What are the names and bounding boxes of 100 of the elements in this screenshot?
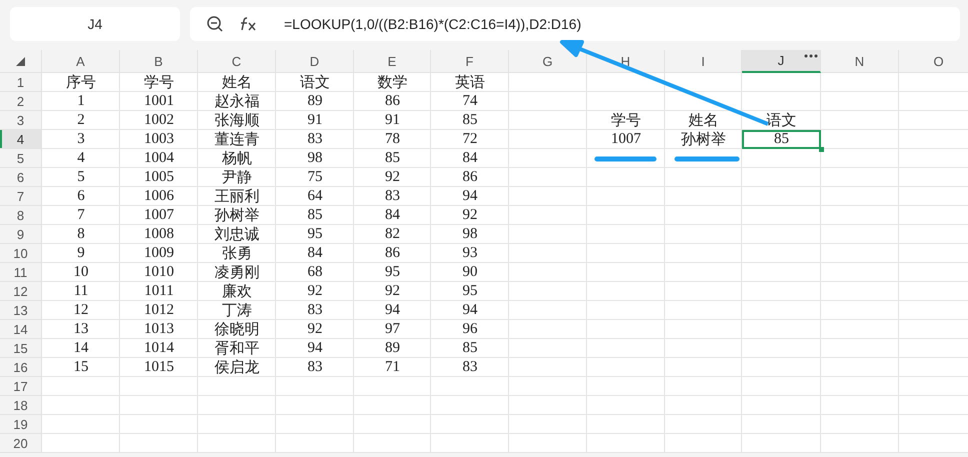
row-header[interactable]: 1 (0, 73, 42, 92)
table-cell-text: 82 (384, 225, 401, 244)
table-cell-text: 95 (306, 225, 324, 244)
table-cell-text: 孙树举 (214, 206, 260, 225)
table-cell-text: 83 (306, 358, 324, 377)
column-header[interactable]: B (120, 50, 198, 73)
table-cell-text: 董连青 (214, 130, 260, 149)
row-header[interactable]: 13 (0, 301, 42, 320)
row-header[interactable]: 20 (0, 434, 42, 453)
table-cell-text: 90 (462, 263, 478, 282)
table-cell-text: 10 (72, 263, 90, 282)
column-header[interactable]: O (899, 50, 968, 73)
row-header[interactable]: 3 (0, 111, 42, 130)
table-cell-text: 9 (76, 244, 86, 263)
column-header[interactable]: N (821, 50, 899, 73)
table-cell-text: 11 (72, 282, 90, 301)
column-header[interactable]: J (742, 50, 821, 73)
table-cell-text: 14 (72, 339, 90, 358)
row-header[interactable]: 2 (0, 92, 42, 111)
row-header[interactable]: 11 (0, 263, 42, 282)
table-cell-text: 语文 (766, 112, 798, 130)
column-header[interactable]: F (431, 50, 509, 73)
table-cell-text: 1004 (143, 149, 175, 168)
table-cell-text: 84 (462, 149, 478, 168)
table-cell-text: 7 (76, 206, 86, 225)
column-header[interactable]: I (665, 50, 742, 73)
table-cell-text: 97 (384, 320, 401, 339)
row-header[interactable]: 15 (0, 339, 42, 358)
table-cell: 85 (742, 130, 821, 149)
table-cell-text: 95 (384, 263, 401, 282)
column-header[interactable]: E (354, 50, 431, 73)
table-cell-text: 13 (72, 320, 90, 339)
table-cell-text: 1007 (610, 130, 642, 149)
row-header[interactable]: 5 (0, 149, 42, 168)
table-cell-text: 91 (306, 111, 324, 130)
fill-handle[interactable] (819, 147, 824, 152)
table-cell-text: 2 (76, 111, 86, 130)
column-header[interactable]: C (198, 50, 276, 73)
row-header[interactable]: 7 (0, 187, 42, 206)
table-cell-text: 1007 (143, 206, 175, 225)
table-cell-text: 1009 (143, 244, 175, 263)
table-cell-text: 93 (462, 244, 478, 263)
row-header[interactable]: 10 (0, 244, 42, 263)
table-cell-text: 85 (462, 339, 478, 358)
table-cell-text: 学号 (143, 74, 175, 92)
table-cell-text: 1001 (143, 92, 175, 111)
table-cell-text: 64 (306, 187, 324, 206)
table-cell-text: 84 (306, 244, 324, 263)
select-all-icon[interactable] (16, 56, 25, 66)
column-header[interactable]: D (276, 50, 354, 73)
formula-text: =LOOKUP(1,0/((B2:B16)*(C2:C16=I4)),D2:D16) (284, 16, 582, 32)
table-cell-text: 92 (384, 282, 401, 301)
name-box[interactable]: J4 (10, 7, 180, 41)
table-cell-text: 86 (462, 168, 478, 187)
table-cell-text: 1003 (143, 130, 175, 149)
row-header[interactable]: 9 (0, 225, 42, 244)
row-header[interactable]: 4 (0, 130, 42, 149)
table-cell-text: 72 (462, 130, 478, 149)
row-header[interactable]: 14 (0, 320, 42, 339)
table-cell-text: 1006 (143, 187, 175, 206)
table-cell-text: 张勇 (221, 244, 253, 263)
table-cell-text: 83 (306, 301, 324, 320)
table-cell-text: 1013 (143, 320, 175, 339)
row-header[interactable]: 6 (0, 168, 42, 187)
table-cell-text: 94 (462, 301, 478, 320)
table-cell-text: 1012 (143, 301, 175, 320)
table-cell-text: 1014 (143, 339, 175, 358)
table-cell-text: 侯启龙 (214, 358, 260, 377)
zoom-out-icon[interactable] (206, 15, 224, 33)
table-cell-text: 学号 (610, 112, 642, 130)
table-cell-text: 赵永福 (214, 92, 260, 111)
table-cell-text: 刘忠诚 (214, 225, 260, 244)
row-header[interactable]: 8 (0, 206, 42, 225)
table-cell-text: 92 (306, 282, 324, 301)
table-cell-text: 83 (462, 358, 478, 377)
more-icon[interactable] (804, 54, 818, 58)
table-cell-text: 85 (306, 206, 324, 225)
table-cell-text: 83 (384, 187, 401, 206)
row-header[interactable]: 19 (0, 415, 42, 434)
formula-field[interactable]: =LOOKUP(1,0/((B2:B16)*(C2:C16=I4)),D2:D16) (190, 7, 960, 41)
table-cell-text: 4 (76, 149, 86, 168)
table-cell-text: 序号 (65, 73, 97, 92)
row-header[interactable]: 17 (0, 377, 42, 396)
table-cell-text: 94 (462, 187, 478, 206)
row-header[interactable]: 16 (0, 358, 42, 377)
table-cell-text: 15 (72, 358, 90, 377)
table-cell-text: 孙树举 (680, 130, 727, 149)
row-header[interactable]: 12 (0, 282, 42, 301)
column-header[interactable]: G (509, 50, 587, 73)
table-cell-text: 数学 (376, 74, 408, 92)
row-header[interactable]: 18 (0, 396, 42, 415)
column-header[interactable]: A (42, 50, 120, 73)
table-cell-text: 78 (384, 130, 401, 149)
corner-header[interactable] (0, 50, 42, 73)
table-cell-text: 85 (462, 111, 478, 130)
table-cell-text: 71 (384, 358, 401, 377)
function-icon[interactable] (238, 15, 258, 33)
table-cell-text: 1010 (143, 263, 175, 282)
table-cell-text: 83 (306, 130, 324, 149)
table-cell-text: 92 (384, 168, 401, 187)
